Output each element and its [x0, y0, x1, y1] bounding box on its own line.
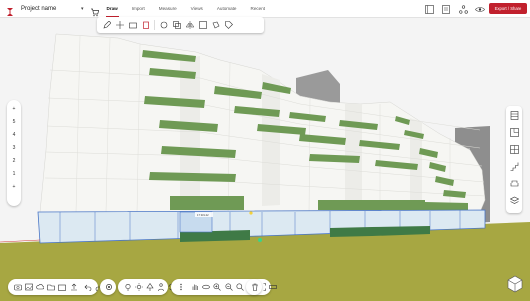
measure-icon[interactable] — [269, 283, 278, 291]
tab-recent[interactable]: Recent — [251, 0, 266, 18]
person-icon[interactable] — [157, 283, 165, 291]
right-toolbar — [506, 106, 522, 213]
top-right-icons — [417, 3, 485, 15]
bottom-toolbar-file — [8, 279, 103, 295]
settings-icon[interactable] — [105, 283, 113, 291]
group-icon[interactable] — [198, 21, 207, 30]
view-cube[interactable] — [506, 275, 524, 293]
share-icon[interactable] — [58, 283, 67, 291]
snap-point — [258, 238, 262, 242]
export-share-label: Export / Share — [494, 6, 522, 11]
project-name[interactable]: Project name — [21, 6, 77, 12]
app-logo-icon[interactable] — [5, 4, 15, 16]
cut-icon[interactable] — [128, 21, 137, 30]
undo-icon[interactable] — [84, 283, 92, 291]
tree-icon[interactable] — [146, 283, 154, 291]
cursor-point — [249, 211, 253, 215]
tab-measure[interactable]: Measure — [159, 0, 177, 18]
3d-viewport[interactable]: 17 331.22 — [0, 18, 530, 301]
layers-icon[interactable] — [509, 196, 519, 205]
zoom-extent-icon[interactable] — [236, 283, 244, 291]
delete-icon[interactable] — [141, 21, 150, 30]
tag-icon[interactable] — [224, 21, 233, 30]
hand-icon[interactable] — [191, 283, 199, 291]
floor-level-3[interactable]: 3 — [13, 142, 16, 155]
chevron-down-icon[interactable]: ▾ — [81, 6, 84, 12]
stairs-icon[interactable] — [509, 162, 519, 171]
dimension-label: 17 331.22 — [197, 213, 209, 217]
more-icon[interactable] — [177, 283, 185, 291]
export-share-button[interactable]: Export / Share — [489, 3, 527, 14]
copy-icon[interactable] — [172, 21, 181, 30]
floor-level-5[interactable]: 5 — [13, 116, 16, 129]
eye-icon[interactable] — [475, 3, 485, 15]
camera-icon[interactable] — [13, 283, 22, 291]
bottom-toolbar-trash — [246, 279, 262, 295]
sun-icon[interactable] — [134, 283, 143, 291]
cloud-icon[interactable] — [36, 283, 44, 291]
building-icon[interactable] — [509, 111, 519, 120]
folder-icon[interactable] — [47, 283, 55, 291]
draw-toolbar — [97, 17, 264, 33]
cart-icon[interactable] — [90, 4, 99, 17]
floor-level-4[interactable]: 4 — [13, 129, 16, 142]
pencil-icon[interactable] — [102, 21, 111, 30]
tab-import[interactable]: Import — [132, 0, 145, 18]
paint-icon[interactable] — [211, 21, 220, 30]
floor-selector: + 5 4 3 2 1 + — [7, 100, 21, 206]
floor-level-1[interactable]: 1 — [13, 168, 16, 181]
image-icon[interactable] — [24, 283, 33, 291]
bottom-toolbar-settings — [100, 279, 116, 295]
light-icon[interactable] — [124, 283, 132, 291]
trash-icon[interactable] — [251, 283, 259, 291]
floor-level-2[interactable]: 2 — [13, 155, 16, 168]
rotate-icon[interactable] — [159, 21, 168, 30]
document-icon[interactable] — [441, 3, 451, 15]
zoom-out-icon[interactable] — [225, 283, 233, 291]
floor-down-button[interactable]: + — [13, 181, 16, 194]
floor-up-button[interactable]: + — [13, 103, 16, 116]
divider — [154, 20, 155, 30]
grid-icon[interactable] — [424, 3, 434, 15]
bottom-toolbar-environment — [118, 279, 176, 295]
mirror-icon[interactable] — [185, 21, 194, 30]
sofa-icon[interactable] — [509, 179, 519, 188]
zoom-in-icon[interactable] — [213, 283, 222, 291]
export-icon[interactable] — [70, 283, 78, 291]
window-icon[interactable] — [509, 145, 519, 154]
move-icon[interactable] — [115, 21, 124, 30]
orbit-icon[interactable] — [202, 283, 210, 291]
tab-views[interactable]: Views — [191, 0, 203, 18]
main-nav: Draw Import Measure Views Automate Recen… — [105, 0, 280, 18]
network-icon[interactable] — [458, 3, 468, 15]
tab-automate[interactable]: Automate — [217, 0, 237, 18]
building-model[interactable]: 17 331.22 — [0, 18, 530, 301]
tab-draw[interactable]: Draw — [105, 0, 120, 18]
top-bar: Project name ▾ Draw Import Measure Views… — [0, 0, 530, 18]
floorplan-icon[interactable] — [509, 128, 519, 137]
